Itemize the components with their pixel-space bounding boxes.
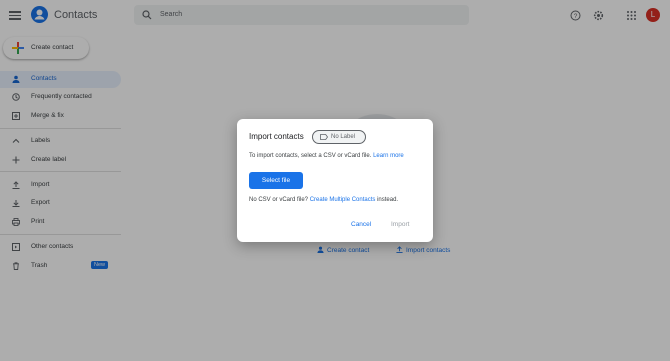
cancel-button[interactable]: Cancel: [351, 221, 371, 228]
learn-more-link[interactable]: Learn more: [373, 153, 404, 159]
note-prefix: No CSV or vCard file?: [249, 197, 309, 203]
select-file-button[interactable]: Select file: [249, 172, 303, 189]
label-chip-text: No Label: [331, 133, 356, 140]
dialog-description-text: To import contacts, select a CSV or vCar…: [249, 153, 372, 159]
label-icon: [320, 134, 328, 140]
dialog-note: No CSV or vCard file? Create Multiple Co…: [249, 197, 398, 203]
dialog-title: Import contacts: [249, 132, 304, 141]
note-suffix: instead.: [377, 197, 399, 203]
create-multiple-contacts-link[interactable]: Create Multiple Contacts: [310, 197, 376, 203]
label-chip[interactable]: No Label: [312, 130, 366, 144]
import-button[interactable]: Import: [391, 221, 409, 228]
dialog-description: To import contacts, select a CSV or vCar…: [249, 153, 404, 159]
import-contacts-dialog: Import contacts No Label To import conta…: [237, 119, 433, 242]
